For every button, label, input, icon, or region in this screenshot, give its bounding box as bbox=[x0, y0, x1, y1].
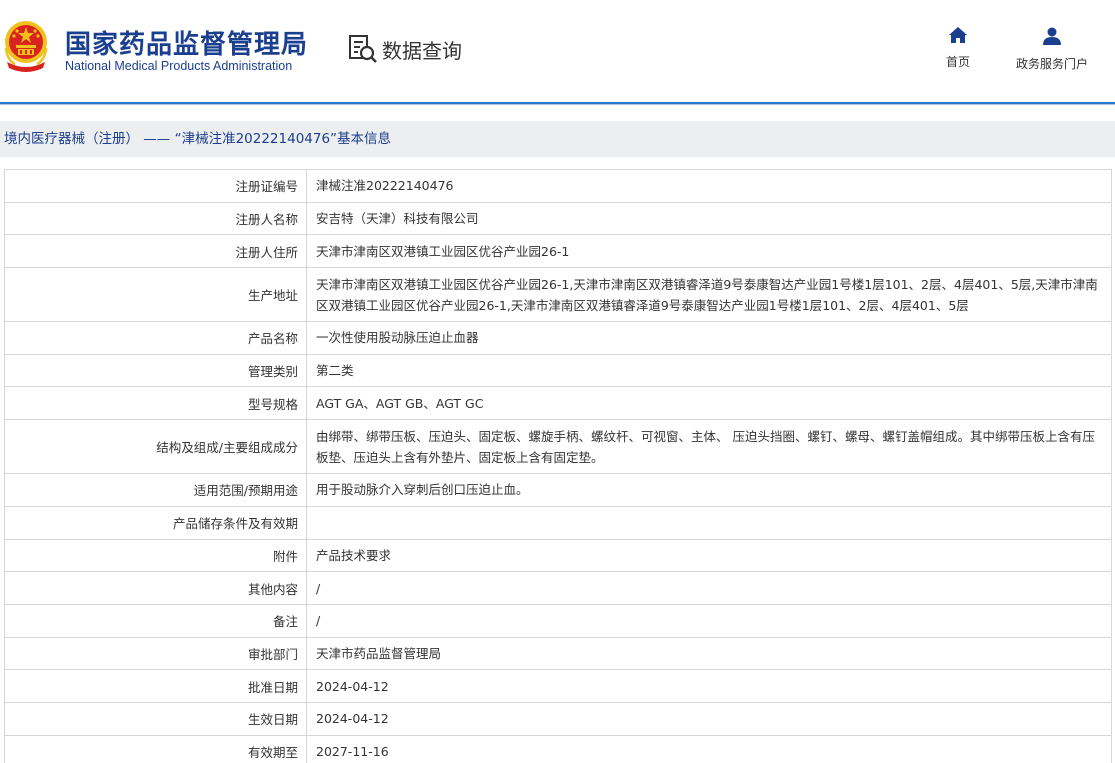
row-value: 用于股动脉介入穿刺后创口压迫止血。 bbox=[306, 473, 1112, 507]
user-icon bbox=[1043, 27, 1061, 45]
row-value: / bbox=[306, 571, 1112, 605]
document-search-icon bbox=[349, 35, 377, 63]
row-value: 第二类 bbox=[306, 353, 1112, 388]
row-label: 批准日期 bbox=[4, 669, 307, 703]
row-value: / bbox=[306, 603, 1112, 638]
row-value: 天津市津南区双港镇工业园区优谷产业园26-1 bbox=[306, 234, 1112, 269]
table-row: 注册证编号 津械注准20222140476 bbox=[4, 169, 1112, 203]
table-row: 批准日期 2024-04-12 bbox=[4, 669, 1112, 703]
site-logo-cn[interactable]: 国家药品监督管理局 bbox=[65, 24, 308, 61]
table-row: 适用范围/预期用途 用于股动脉介入穿刺后创口压迫止血。 bbox=[4, 473, 1112, 507]
row-label: 附件 bbox=[4, 538, 307, 573]
row-label: 生产地址 bbox=[4, 267, 307, 323]
site-logo-en[interactable]: National Medical Products Administration bbox=[65, 59, 292, 73]
table-row: 注册人名称 安吉特（天津）科技有限公司 bbox=[4, 201, 1112, 236]
table-row: 其他内容 / bbox=[4, 571, 1112, 605]
row-value: 2024-04-12 bbox=[306, 669, 1112, 703]
row-value: 2027-11-16 bbox=[306, 734, 1112, 763]
row-value: 一次性使用股动脉压迫止血器 bbox=[306, 321, 1112, 355]
row-label: 注册证编号 bbox=[4, 169, 307, 203]
row-label: 生效日期 bbox=[4, 701, 307, 736]
table-row: 管理类别 第二类 bbox=[4, 353, 1112, 388]
row-label: 备注 bbox=[4, 603, 307, 638]
row-value: 2024-04-12 bbox=[306, 701, 1112, 736]
national-emblem-icon bbox=[4, 21, 48, 72]
row-value: 由绑带、绑带压板、压迫头、固定板、螺旋手柄、螺纹杆、可视窗、主体、 压迫头挡圈、… bbox=[306, 419, 1112, 475]
nav-service-portal[interactable]: 政务服务门户 bbox=[1006, 26, 1098, 72]
row-label: 结构及组成/主要组成成分 bbox=[4, 419, 307, 475]
row-label: 审批部门 bbox=[4, 636, 307, 671]
row-label: 注册人住所 bbox=[4, 234, 307, 269]
nav-home[interactable]: 首页 bbox=[940, 26, 976, 70]
table-row: 附件 产品技术要求 bbox=[4, 538, 1112, 573]
row-value: AGT GA、AGT GB、AGT GC bbox=[306, 386, 1112, 421]
table-row: 生产地址 天津市津南区双港镇工业园区优谷产业园26-1,天津市津南区双港镇睿泽道9… bbox=[4, 267, 1112, 323]
row-label: 适用范围/预期用途 bbox=[4, 473, 307, 507]
row-label: 产品名称 bbox=[4, 321, 307, 355]
device-info-table: 注册证编号 津械注准20222140476 注册人名称 安吉特（天津）科技有限公司 注册… bbox=[4, 169, 1112, 763]
row-value: 天津市药品监督管理局 bbox=[306, 636, 1112, 671]
table-row: 备注 / bbox=[4, 603, 1112, 638]
row-label: 产品储存条件及有效期 bbox=[4, 505, 307, 540]
row-label: 型号规格 bbox=[4, 386, 307, 421]
table-row: 有效期至 2027-11-16 bbox=[4, 734, 1112, 763]
row-label: 其他内容 bbox=[4, 571, 307, 605]
header-divider-light bbox=[0, 104, 1115, 105]
breadcrumb: 境内医疗器械（注册） —— “津械注准20222140476”基本信息 bbox=[0, 121, 1115, 157]
home-icon bbox=[949, 27, 967, 43]
nav-home-label: 首页 bbox=[945, 55, 970, 69]
row-value bbox=[306, 505, 1112, 540]
row-value: 安吉特（天津）科技有限公司 bbox=[306, 201, 1112, 236]
row-label: 注册人名称 bbox=[4, 201, 307, 236]
table-row: 型号规格 AGT GA、AGT GB、AGT GC bbox=[4, 386, 1112, 421]
table-row: 审批部门 天津市药品监督管理局 bbox=[4, 636, 1112, 671]
data-query-label: 数据查询 bbox=[382, 38, 462, 63]
row-value: 津械注准20222140476 bbox=[306, 169, 1112, 203]
row-label: 有效期至 bbox=[4, 734, 307, 763]
table-row: 产品储存条件及有效期 bbox=[4, 505, 1112, 540]
site-header: 国家药品监督管理局 National Medical Products Admi… bbox=[0, 0, 1115, 102]
table-row: 生效日期 2024-04-12 bbox=[4, 701, 1112, 736]
table-row: 注册人住所 天津市津南区双港镇工业园区优谷产业园26-1 bbox=[4, 234, 1112, 269]
data-query-title: 数据查询 bbox=[348, 34, 462, 64]
row-value: 天津市津南区双港镇工业园区优谷产业园26-1,天津市津南区双港镇睿泽道9号泰康智… bbox=[306, 267, 1112, 323]
row-value: 产品技术要求 bbox=[306, 538, 1112, 573]
table-row: 产品名称 一次性使用股动脉压迫止血器 bbox=[4, 321, 1112, 355]
nav-service-portal-label: 政务服务门户 bbox=[1015, 57, 1088, 71]
table-row: 结构及组成/主要组成成分 由绑带、绑带压板、压迫头、固定板、螺旋手柄、螺纹杆、可视… bbox=[4, 419, 1112, 475]
row-label: 管理类别 bbox=[4, 353, 307, 388]
